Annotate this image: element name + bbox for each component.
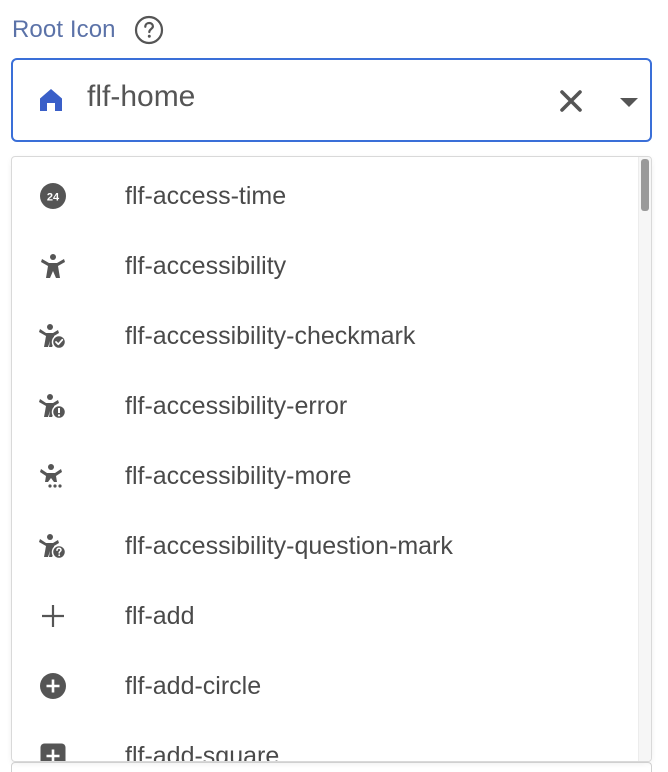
menu-item-label: flf-add-circle bbox=[125, 672, 262, 700]
question-circle-icon[interactable] bbox=[134, 15, 164, 45]
menu-list: 24 flf-access-time flf-accessibility flf… bbox=[12, 162, 640, 762]
scrollbar-thumb[interactable] bbox=[641, 159, 649, 211]
menu-item[interactable]: flf-accessibility-question-mark bbox=[12, 512, 640, 582]
accessibility-question-mark-icon bbox=[39, 534, 67, 560]
add-circle-icon bbox=[40, 673, 66, 699]
menu-item[interactable]: flf-accessibility-more bbox=[12, 442, 640, 512]
menu-item[interactable]: flf-accessibility-checkmark bbox=[12, 302, 640, 372]
add-icon bbox=[42, 605, 64, 627]
menu-item-label: flf-accessibility-more bbox=[125, 462, 352, 490]
accessibility-more-icon bbox=[40, 464, 62, 488]
menu-item[interactable]: flf-add-square bbox=[12, 722, 640, 762]
caret-down-icon[interactable] bbox=[617, 92, 641, 112]
accessibility-icon bbox=[41, 254, 65, 278]
menu-item[interactable]: flf-accessibility-error bbox=[12, 372, 640, 442]
next-field-edge bbox=[11, 762, 652, 772]
svg-text:24: 24 bbox=[47, 192, 60, 204]
root-icon-select[interactable]: flf-home bbox=[11, 58, 652, 142]
add-square-icon bbox=[40, 743, 66, 761]
close-icon[interactable] bbox=[558, 88, 584, 114]
menu-scrollbar[interactable] bbox=[638, 157, 651, 761]
menu-item[interactable]: flf-add-circle bbox=[12, 652, 640, 722]
access-time-icon: 24 bbox=[40, 183, 66, 209]
menu-item-label: flf-add-square bbox=[125, 742, 280, 762]
menu-item[interactable]: flf-accessibility bbox=[12, 232, 640, 302]
home-icon bbox=[40, 89, 62, 111]
menu-item-label: flf-access-time bbox=[125, 182, 287, 210]
accessibility-error-icon bbox=[39, 394, 67, 420]
accessibility-checkmark-icon bbox=[39, 324, 67, 350]
menu-item-label: flf-accessibility-checkmark bbox=[125, 322, 416, 350]
menu-item-label: flf-accessibility-error bbox=[125, 392, 348, 420]
menu-item-label: flf-accessibility-question-mark bbox=[125, 532, 453, 560]
field-label: Root Icon bbox=[12, 16, 116, 43]
selected-value: flf-home bbox=[87, 80, 196, 113]
menu-item[interactable]: flf-add bbox=[12, 582, 640, 652]
field-label-row: Root Icon bbox=[12, 12, 164, 48]
icon-options-menu[interactable]: 24 flf-access-time flf-accessibility flf… bbox=[11, 156, 652, 762]
menu-item-label: flf-accessibility bbox=[125, 252, 287, 280]
menu-item-label: flf-add bbox=[125, 602, 195, 630]
menu-item[interactable]: 24 flf-access-time bbox=[12, 162, 640, 232]
